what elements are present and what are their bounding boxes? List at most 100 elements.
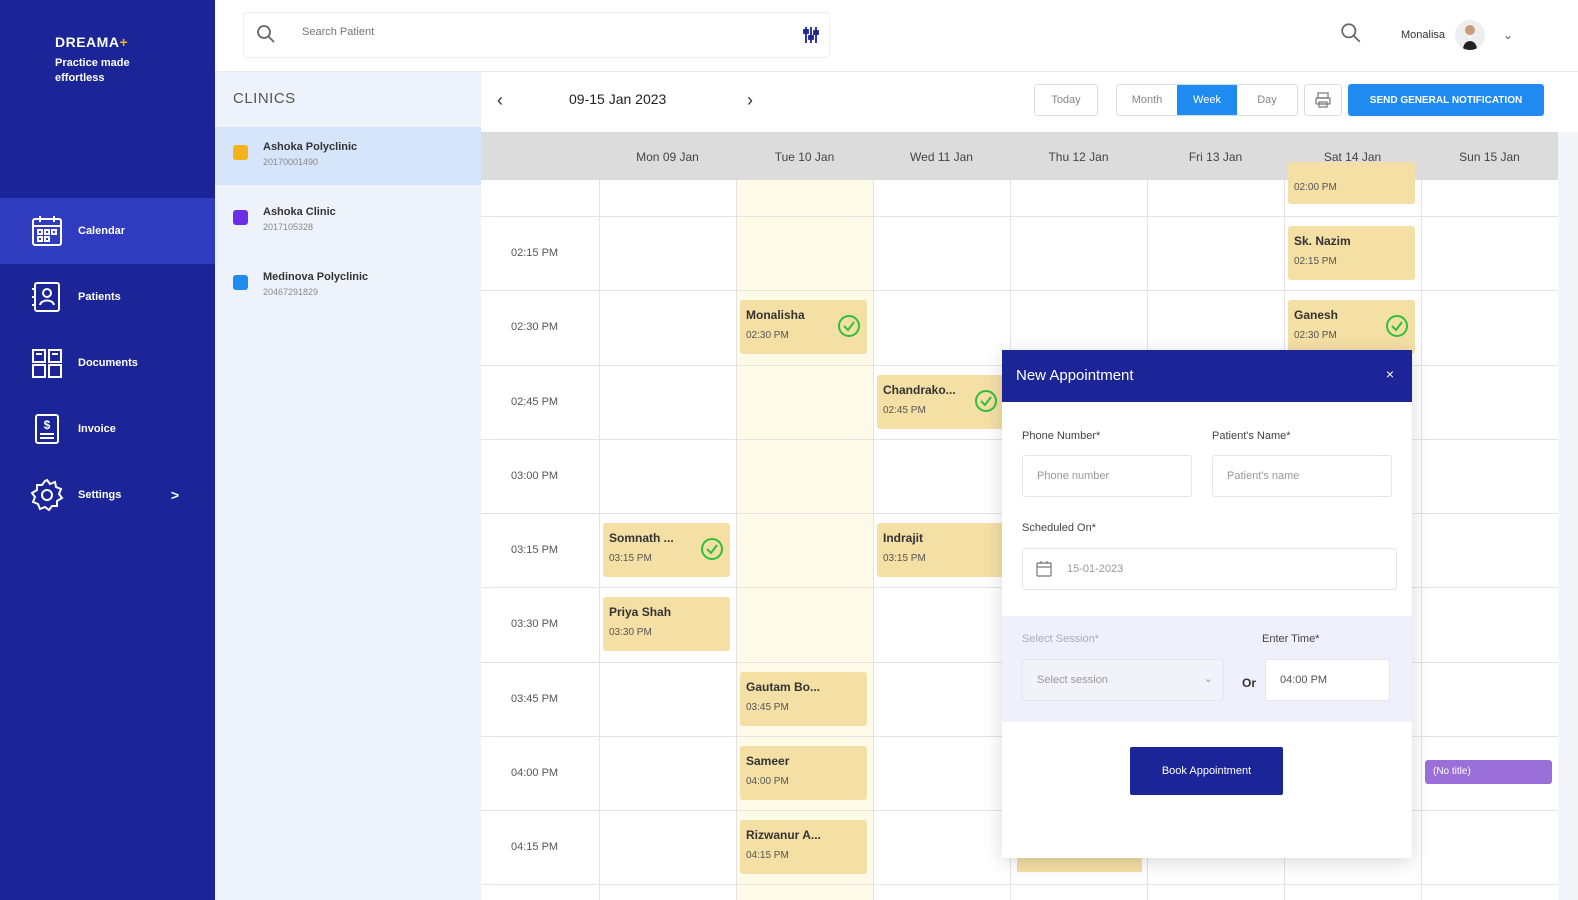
appointment-name: Indrajit bbox=[883, 531, 924, 545]
logo-text: DREAMA+ bbox=[55, 34, 129, 50]
grid-line bbox=[599, 180, 600, 900]
appointment-card[interactable]: Priya Shah 03:30 PM bbox=[603, 597, 730, 651]
date-value: 15-01-2023 bbox=[1067, 563, 1124, 575]
grid-line bbox=[481, 884, 1558, 885]
time-label: 04:15 PM bbox=[511, 841, 559, 853]
appointment-time: 03:15 PM bbox=[883, 553, 926, 564]
sidebar-item-settings[interactable]: Settings > bbox=[0, 462, 215, 528]
patient-name-field[interactable]: Patient's name bbox=[1212, 455, 1392, 497]
phone-field[interactable]: Phone number bbox=[1022, 455, 1192, 497]
clinic-name: Medinova Polyclinic bbox=[263, 271, 369, 283]
sidebar-item-patients[interactable]: Patients bbox=[0, 264, 215, 330]
clinic-code: 20170001490 bbox=[263, 157, 319, 167]
sidebar-item-calendar[interactable]: Calendar bbox=[0, 198, 215, 264]
appointment-card[interactable]: Rizwanur A... 04:15 PM bbox=[740, 820, 867, 874]
session-placeholder: Select session bbox=[1037, 674, 1108, 686]
appointment-card[interactable]: Gautam Bo... 03:45 PM bbox=[740, 672, 867, 726]
day-header: Sun 15 Jan bbox=[1459, 150, 1520, 164]
session-select[interactable]: Select session ⌄ bbox=[1022, 659, 1224, 701]
chevron-down-icon: ⌄ bbox=[1503, 28, 1514, 42]
sidebar-item-label: Documents bbox=[78, 357, 138, 369]
time-label: 03:00 PM bbox=[511, 470, 559, 482]
brand-logo[interactable]: DREAMA+ Practice made effortless bbox=[55, 34, 155, 86]
time-label: 02:15 PM bbox=[511, 247, 559, 259]
view-day-button[interactable]: Day bbox=[1237, 85, 1297, 115]
patient-search bbox=[243, 12, 830, 58]
brand-tagline: Practice made effortless bbox=[55, 57, 130, 84]
or-separator: Or bbox=[1242, 676, 1257, 690]
close-icon[interactable]: × bbox=[1386, 366, 1394, 382]
clinic-item[interactable]: Ashoka Polyclinic 20170001490 bbox=[215, 127, 481, 185]
clinic-code: 20467291829 bbox=[263, 287, 319, 297]
event-no-title[interactable]: (No title) bbox=[1425, 760, 1552, 784]
invoice-icon: $ bbox=[28, 410, 66, 448]
appointment-card[interactable]: Indrajit 03:15 PM bbox=[877, 523, 1004, 577]
clinic-color-dot bbox=[233, 210, 248, 225]
grid-line bbox=[873, 180, 874, 900]
search-icon bbox=[256, 24, 276, 49]
appointment-card[interactable]: Sk. Nazim 02:15 PM bbox=[1288, 226, 1415, 280]
sidebar-item-invoice[interactable]: $ Invoice bbox=[0, 396, 215, 462]
sidebar-item-label: Calendar bbox=[78, 225, 126, 237]
appointment-card[interactable]: 02:00 PM bbox=[1288, 162, 1415, 204]
appointment-time: 02:15 PM bbox=[1294, 256, 1337, 267]
search-icon[interactable] bbox=[1340, 22, 1362, 49]
avatar bbox=[1455, 20, 1486, 50]
sidebar-nav: Calendar Patients Documents $ Invoice Se… bbox=[0, 198, 215, 528]
clinic-item[interactable]: Medinova Polyclinic 20467291829 bbox=[215, 257, 481, 315]
user-name: Monalisa bbox=[1401, 29, 1446, 41]
appointment-card[interactable]: Somnath ... 03:15 PM bbox=[603, 523, 730, 577]
appointment-name: Priya Shah bbox=[609, 605, 672, 619]
sidebar-item-label: Invoice bbox=[78, 423, 116, 435]
view-month-button[interactable]: Month bbox=[1117, 85, 1177, 115]
print-button[interactable] bbox=[1304, 84, 1342, 116]
clinic-color-dot bbox=[233, 275, 248, 290]
user-menu[interactable]: Monalisa ⌄ bbox=[1401, 20, 1513, 50]
grid-line bbox=[481, 216, 1558, 217]
search-input[interactable] bbox=[302, 26, 782, 38]
documents-icon bbox=[28, 344, 66, 382]
appointment-time: 04:00 PM bbox=[746, 776, 789, 787]
calendar-icon bbox=[28, 212, 66, 250]
today-button[interactable]: Today bbox=[1034, 84, 1098, 116]
send-notification-button[interactable]: SEND GENERAL NOTIFICATION bbox=[1348, 84, 1544, 116]
time-label: 02:30 PM bbox=[511, 321, 559, 333]
time-label: 03:30 PM bbox=[511, 618, 559, 630]
time-label: 03:15 PM bbox=[511, 544, 559, 556]
day-header: Thu 12 Jan bbox=[1048, 150, 1109, 164]
sidebar-item-label: Patients bbox=[78, 291, 121, 303]
day-header: Mon 09 Jan bbox=[636, 150, 699, 164]
appointment-card[interactable]: Chandrako... 02:45 PM bbox=[877, 375, 1004, 429]
clinic-item[interactable]: Ashoka Clinic 2017105328 bbox=[215, 192, 481, 250]
day-header: Tue 10 Jan bbox=[774, 150, 835, 164]
sidebar-item-documents[interactable]: Documents bbox=[0, 330, 215, 396]
modal-header: New Appointment × bbox=[1002, 350, 1412, 402]
appointment-card[interactable]: Monalisha 02:30 PM bbox=[740, 300, 867, 354]
phone-label: Phone Number* bbox=[1022, 430, 1101, 442]
time-field[interactable]: 04:00 PM bbox=[1265, 659, 1390, 701]
appointment-card[interactable]: Sameer 04:00 PM bbox=[740, 746, 867, 800]
sidebar: DREAMA+ Practice made effortless Calenda… bbox=[0, 0, 215, 900]
appointment-name: Chandrako... bbox=[883, 383, 956, 397]
calendar-toolbar: ‹ 09-15 Jan 2023 › Today Month Week Day … bbox=[481, 72, 1578, 132]
book-appointment-button[interactable]: Book Appointment bbox=[1130, 747, 1283, 795]
calendar-icon bbox=[1035, 560, 1053, 581]
sidebar-item-label: Settings bbox=[78, 489, 122, 501]
clinic-code: 2017105328 bbox=[263, 222, 314, 232]
printer-icon bbox=[1315, 92, 1331, 108]
clinics-panel: CLINICS Ashoka Polyclinic 20170001490 As… bbox=[215, 72, 481, 900]
prev-week-button[interactable]: ‹ bbox=[497, 90, 503, 111]
gear-icon bbox=[28, 476, 66, 514]
filter-icon[interactable] bbox=[801, 25, 821, 50]
date-field[interactable]: 15-01-2023 bbox=[1022, 548, 1397, 590]
svg-text:$: $ bbox=[44, 418, 51, 432]
appointment-card[interactable]: Ganesh 02:30 PM bbox=[1288, 300, 1415, 354]
appointment-time: 03:45 PM bbox=[746, 702, 789, 713]
next-week-button[interactable]: › bbox=[747, 90, 753, 111]
view-week-button[interactable]: Week bbox=[1177, 85, 1237, 115]
date-range: 09-15 Jan 2023 bbox=[569, 91, 667, 107]
top-bar: Monalisa ⌄ bbox=[215, 0, 1578, 72]
grid-line bbox=[1421, 180, 1422, 900]
day-header: Fri 13 Jan bbox=[1188, 150, 1243, 164]
new-appointment-modal: New Appointment × Phone Number* Phone nu… bbox=[1002, 350, 1412, 858]
